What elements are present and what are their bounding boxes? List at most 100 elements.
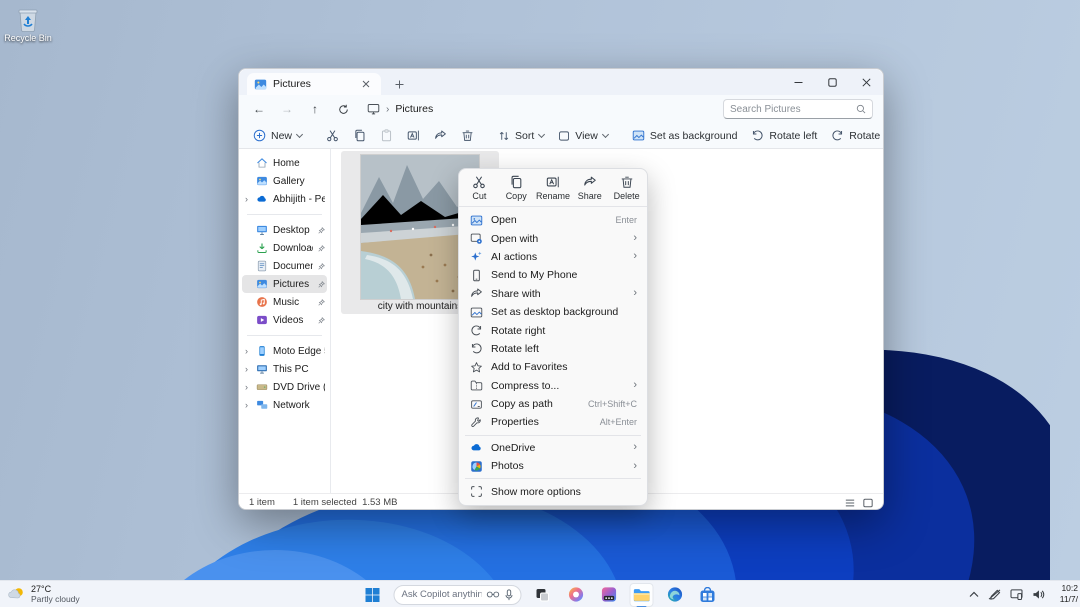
onedrive-cloud-icon: [469, 441, 483, 454]
start-button[interactable]: [361, 583, 385, 607]
view-button[interactable]: View: [552, 125, 614, 147]
microsoft-store-icon[interactable]: [696, 583, 720, 607]
sidebar-item-documents[interactable]: Documents: [242, 257, 327, 275]
sidebar-item-music[interactable]: Music: [242, 293, 327, 311]
file-explorer-icon[interactable]: [630, 583, 654, 607]
new-button[interactable]: New: [247, 125, 308, 147]
pen-disabled-icon[interactable]: [988, 589, 1001, 600]
copilot-icon[interactable]: [564, 583, 588, 607]
sidebar-item-videos[interactable]: Videos: [242, 311, 327, 329]
expand-chevron-icon[interactable]: ›: [245, 194, 248, 204]
recycle-bin-shortcut[interactable]: Recycle Bin: [4, 8, 52, 43]
sidebar-item-gallery[interactable]: Gallery: [242, 172, 327, 190]
sidebar-item-onedrive-personal[interactable]: › Abhijith - Personal: [242, 190, 327, 208]
videos-icon: [256, 314, 268, 326]
rename-quick-button[interactable]: Rename: [535, 173, 572, 203]
paste-button[interactable]: [374, 125, 399, 147]
sort-icon: [498, 130, 510, 142]
submenu-chevron-icon: ›: [633, 442, 637, 453]
menu-item-compress-to[interactable]: Compress to... ›: [463, 377, 643, 395]
desktop-device-icon: [367, 103, 380, 115]
refresh-icon[interactable]: [331, 98, 355, 120]
rotate-right-icon: [469, 324, 483, 337]
minimize-button[interactable]: [781, 69, 815, 95]
taskbar-center: [361, 581, 720, 607]
menu-item-ai-actions[interactable]: AI actions ›: [463, 248, 643, 266]
copy-button[interactable]: [347, 125, 372, 147]
cast-icon[interactable]: [1010, 589, 1023, 600]
menu-item-rotate-left[interactable]: Rotate left: [463, 340, 643, 358]
menu-item-rotate-right[interactable]: Rotate right: [463, 321, 643, 339]
tray-chevron-icon[interactable]: [969, 591, 979, 598]
task-view-icon[interactable]: [531, 583, 555, 607]
menu-item-copy-as-path[interactable]: Copy as path Ctrl+Shift+C: [463, 395, 643, 413]
weather-widget[interactable]: 27°C Partly cloudy: [0, 584, 80, 604]
sidebar-item-downloads[interactable]: Downloads: [242, 239, 327, 257]
menu-item-show-more-options[interactable]: Show more options: [463, 482, 643, 500]
tab-close-icon[interactable]: [358, 76, 374, 92]
volume-icon[interactable]: [1032, 589, 1045, 600]
menu-item-open[interactable]: Open Enter: [463, 211, 643, 229]
onedrive-cloud-icon: [256, 193, 268, 205]
sidebar-item-home[interactable]: Home: [242, 154, 327, 172]
cut-button[interactable]: [320, 125, 345, 147]
menu-item-send-to-my-phone[interactable]: Send to My Phone: [463, 266, 643, 284]
sidebar-item-pictures[interactable]: Pictures: [242, 275, 327, 293]
expand-chevron-icon[interactable]: ›: [245, 400, 248, 410]
forward-icon[interactable]: →: [275, 98, 299, 120]
breadcrumb[interactable]: › Pictures: [367, 103, 719, 115]
back-icon[interactable]: ←: [247, 98, 271, 120]
copilot-search-input[interactable]: [402, 589, 482, 600]
submenu-chevron-icon: ›: [633, 461, 637, 472]
cut-quick-button[interactable]: Cut: [461, 173, 498, 203]
chevron-down-icon: [538, 130, 545, 137]
menu-item-open-with[interactable]: Open with ›: [463, 229, 643, 247]
sort-button[interactable]: Sort: [492, 125, 550, 147]
menu-item-photos[interactable]: Photos ›: [463, 457, 643, 475]
menu-item-add-to-favorites[interactable]: Add to Favorites: [463, 358, 643, 376]
menu-item-share-with[interactable]: Share with ›: [463, 285, 643, 303]
sidebar-item-network[interactable]: › Network: [242, 396, 327, 414]
sidebar-item-dvd-drive[interactable]: › DVD Drive (D:) CCC: [242, 378, 327, 396]
sidebar-item-this-pc[interactable]: › This PC: [242, 360, 327, 378]
divider: [465, 435, 641, 436]
edge-icon[interactable]: [663, 583, 687, 607]
search-input[interactable]: [730, 104, 856, 115]
rotate-left-button[interactable]: Rotate left: [745, 125, 823, 147]
set-background-icon: [632, 129, 645, 142]
properties-icon: [469, 416, 483, 429]
new-tab-icon[interactable]: [391, 76, 407, 92]
expand-chevron-icon[interactable]: ›: [245, 346, 248, 356]
thumbnail-view-icon[interactable]: [863, 498, 873, 508]
copy-quick-button[interactable]: Copy: [498, 173, 535, 203]
set-as-background-button[interactable]: Set as background: [626, 125, 744, 147]
clock[interactable]: 10:2 11/7/: [1054, 583, 1078, 604]
details-view-icon[interactable]: [845, 498, 855, 508]
chevron-down-icon: [296, 130, 303, 137]
rename-button[interactable]: [401, 125, 426, 147]
rotate-right-button[interactable]: Rotate right: [825, 125, 884, 147]
delete-quick-button[interactable]: Delete: [608, 173, 645, 203]
search-box[interactable]: [723, 99, 873, 119]
command-bar: New Sort View Set as background: [239, 123, 883, 149]
close-button[interactable]: [849, 69, 883, 95]
rename-icon: [546, 175, 560, 189]
copilot-vision-icon[interactable]: [487, 590, 500, 599]
maximize-button[interactable]: [815, 69, 849, 95]
sidebar-item-desktop[interactable]: Desktop: [242, 221, 327, 239]
expand-chevron-icon[interactable]: ›: [245, 364, 248, 374]
menu-item-onedrive[interactable]: OneDrive ›: [463, 439, 643, 457]
menu-item-set-as-desktop-background[interactable]: Set as desktop background: [463, 303, 643, 321]
share-button[interactable]: [428, 125, 453, 147]
m365-copilot-icon[interactable]: [597, 583, 621, 607]
menu-item-properties[interactable]: Properties Alt+Enter: [463, 413, 643, 431]
microphone-icon[interactable]: [505, 589, 514, 601]
up-icon[interactable]: ↑: [303, 98, 327, 120]
breadcrumb-location[interactable]: Pictures: [395, 103, 433, 115]
copilot-search-box[interactable]: [394, 585, 522, 605]
delete-button[interactable]: [455, 125, 480, 147]
sidebar-item-phone[interactable]: › Moto Edge 50 Neo: [242, 342, 327, 360]
expand-chevron-icon[interactable]: ›: [245, 382, 248, 392]
share-quick-button[interactable]: Share: [571, 173, 608, 203]
tab-pictures[interactable]: Pictures: [247, 73, 381, 95]
